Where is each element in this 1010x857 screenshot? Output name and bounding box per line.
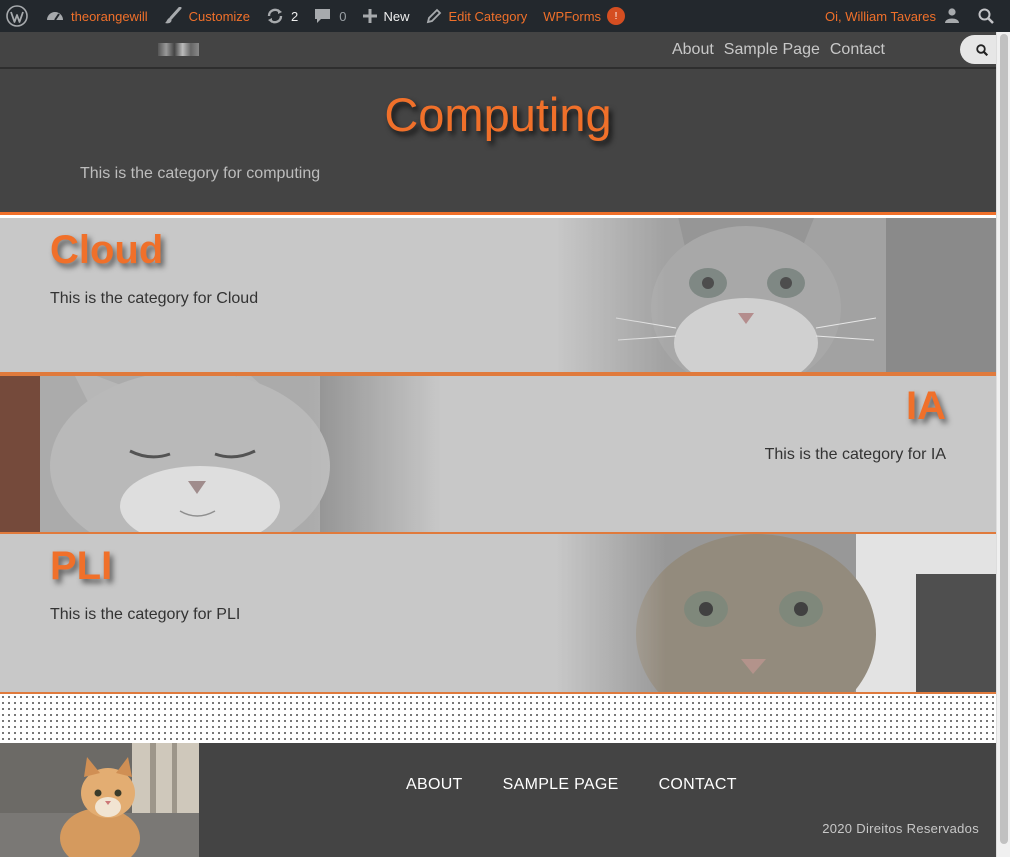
primary-nav: About Sample Page Contact <box>672 32 885 67</box>
site-logo[interactable] <box>158 43 199 56</box>
category-description-pli: This is the category for PLI <box>50 606 241 623</box>
site-name-label: theorangewill <box>71 8 148 24</box>
category-title-cloud[interactable]: Cloud <box>50 228 163 273</box>
wpforms-link[interactable]: WPForms ! <box>535 0 633 32</box>
updates-count: 2 <box>291 8 299 24</box>
category-description: This is the category for computing <box>80 165 321 182</box>
comments-link[interactable]: 0 <box>306 0 354 32</box>
wpforms-notification-badge: ! <box>607 7 626 25</box>
category-hero: Computing This is the category for compu… <box>0 69 996 215</box>
nav-sample-page[interactable]: Sample Page <box>724 41 820 59</box>
category-description-cloud: This is the category for Cloud <box>50 290 259 307</box>
page-scrollbar[interactable] <box>996 32 1010 857</box>
pencil-icon <box>426 8 442 24</box>
comments-count: 0 <box>339 8 347 24</box>
updates-icon <box>266 7 284 25</box>
greeting-label: Oi, William Tavares <box>824 8 936 24</box>
nav-about[interactable]: About <box>672 41 714 59</box>
edit-category-label: Edit Category <box>448 8 528 24</box>
wordpress-icon <box>6 5 28 27</box>
site-header: About Sample Page Contact <box>0 32 996 69</box>
dashboard-icon <box>46 8 64 24</box>
footer-nav: ABOUT SAMPLE PAGE CONTACT <box>406 776 737 794</box>
edit-category-link[interactable]: Edit Category <box>418 0 536 32</box>
wpforms-label: WPForms <box>543 8 602 24</box>
kitten-photo <box>556 218 996 372</box>
brush-icon <box>164 7 182 25</box>
updates-link[interactable]: 2 <box>258 0 306 32</box>
footer-nav-sample-page[interactable]: SAMPLE PAGE <box>503 776 619 794</box>
copyright-text: 2020 Direitos Reservados <box>822 821 979 836</box>
category-title-pli[interactable]: PLI <box>50 544 112 589</box>
customize-label: Customize <box>188 8 251 24</box>
category-title-ia[interactable]: IA <box>906 384 946 429</box>
new-label: New <box>383 8 410 24</box>
category-card-cloud[interactable]: Cloud This is the category for Cloud <box>0 218 996 374</box>
page-title: Computing <box>384 88 612 141</box>
user-avatar-icon <box>944 7 960 26</box>
kitten-photo <box>556 534 996 692</box>
nav-contact[interactable]: Contact <box>830 41 885 59</box>
plus-icon <box>362 9 377 23</box>
search-icon <box>978 8 994 24</box>
footer-nav-about[interactable]: ABOUT <box>406 776 463 794</box>
account-link[interactable]: Oi, William Tavares <box>817 0 968 32</box>
category-description-ia: This is the category for IA <box>764 446 946 463</box>
comment-icon <box>314 8 332 25</box>
customize-link[interactable]: Customize <box>156 0 258 32</box>
site-name-link[interactable]: theorangewill <box>38 0 156 32</box>
category-card-ia[interactable]: IA This is the category for IA <box>0 374 996 534</box>
site-footer: ABOUT SAMPLE PAGE CONTACT 2020 Direitos … <box>0 743 996 857</box>
category-card-pli[interactable]: PLI This is the category for PLI <box>0 534 996 694</box>
new-content-link[interactable]: New <box>355 0 418 32</box>
header-search-button[interactable] <box>960 35 996 64</box>
admin-bar: theorangewill Customize 2 0 New Edit Cat… <box>0 0 1010 32</box>
kitten-photo <box>0 376 440 532</box>
dotted-divider <box>0 694 996 743</box>
footer-kitten-photo <box>0 743 199 857</box>
search-icon <box>976 43 988 56</box>
admin-search-button[interactable] <box>968 0 1010 32</box>
footer-nav-contact[interactable]: CONTACT <box>659 776 737 794</box>
wordpress-logo-button[interactable] <box>0 0 38 32</box>
scrollbar-thumb[interactable] <box>1000 34 1008 844</box>
